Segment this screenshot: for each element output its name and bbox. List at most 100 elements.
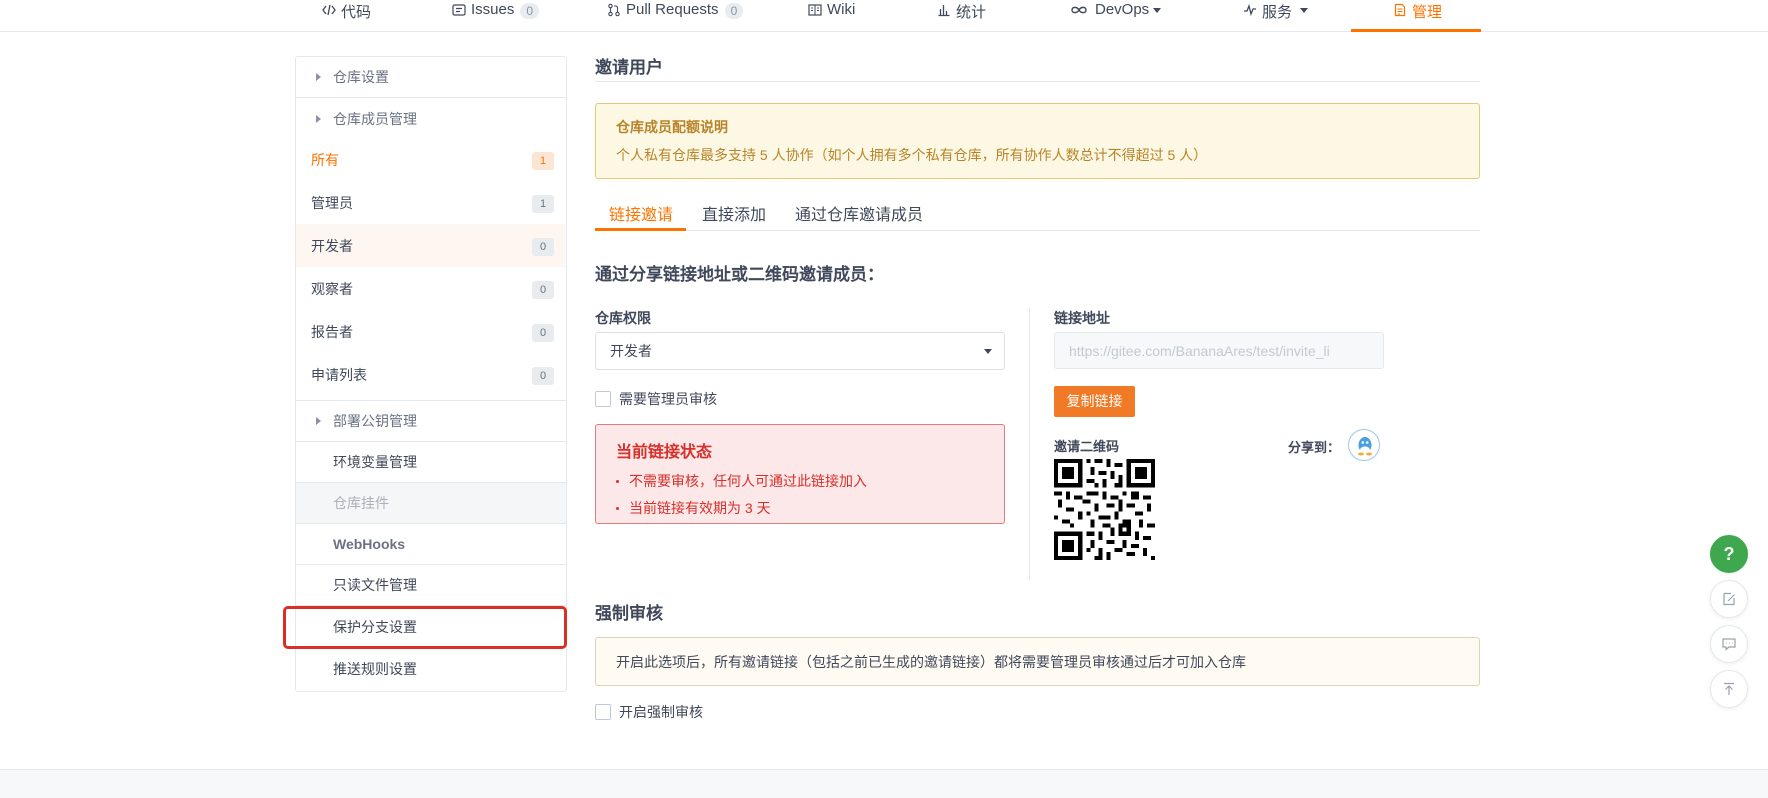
force-review-notice-text: 开启此选项后，所有邀请链接（包括之前已生成的邀请链接）都将需要管理员审核通过后才…	[616, 653, 1246, 670]
tab-wiki[interactable]: Wiki	[808, 0, 855, 32]
annotation-highlight-box	[283, 606, 567, 649]
sidebar-group-repo-settings[interactable]: 仓库设置	[296, 57, 566, 98]
tab-devops[interactable]: DevOps	[1070, 0, 1162, 32]
share-to-label: 分享到：	[1288, 440, 1341, 455]
tab-pull-requests-label: Pull Requests	[626, 1, 719, 18]
sidebar-item-developers[interactable]: 开发者 0	[296, 224, 566, 267]
feedback-button[interactable]	[1710, 580, 1748, 618]
caret-right-icon	[316, 417, 321, 425]
stats-icon	[937, 3, 951, 17]
quota-notice-title: 仓库成员配额说明	[616, 119, 728, 135]
repo-nav-tabs: 代码 Issues 0 Pull Requests 0 Wiki 统计 DevO…	[0, 0, 1768, 32]
require-review-checkbox[interactable]	[595, 391, 611, 407]
chat-icon	[1722, 638, 1736, 651]
permission-select[interactable]: 开发者	[595, 332, 1005, 370]
manage-icon	[1393, 3, 1407, 17]
sidebar-item-admins[interactable]: 管理员 1	[296, 181, 566, 224]
invite-link-input[interactable]: https://gitee.com/BananaAres/test/invite…	[1054, 332, 1384, 369]
tab-pull-requests[interactable]: Pull Requests 0	[607, 0, 744, 32]
member-count-badge: 0	[532, 238, 554, 256]
force-review-checkbox-row[interactable]: 开启强制审核	[595, 702, 703, 722]
force-review-checkbox[interactable]	[595, 704, 611, 720]
link-status-item-text: 不需要审核，任何人可通过此链接加入	[629, 473, 867, 489]
devops-icon	[1070, 3, 1090, 17]
tab-service[interactable]: 服务	[1243, 0, 1309, 32]
tab-devops-label: DevOps	[1095, 1, 1150, 18]
active-tab-indicator	[1351, 29, 1481, 32]
permission-label: 仓库权限	[595, 310, 651, 326]
sidebar-item-label: 观察者	[311, 280, 353, 297]
sidebar-item-repo-widget: 仓库挂件	[296, 483, 566, 524]
link-status-title: 当前链接状态	[616, 444, 713, 461]
sidebar-item-applications[interactable]: 申请列表 0	[296, 353, 566, 396]
help-button[interactable]: ?	[1710, 535, 1748, 573]
sidebar-item-readonly-files[interactable]: 只读文件管理	[296, 565, 566, 606]
quota-notice-text: 个人私有仓库最多支持 5 人协作（如个人拥有多个私有仓库，所有协作人数总计不得超…	[616, 147, 1208, 163]
tab-stats-label: 统计	[956, 4, 987, 21]
member-count-badge: 1	[532, 152, 554, 170]
page-footer	[0, 769, 1768, 798]
pull-request-icon	[607, 3, 621, 17]
chevron-down-icon	[1300, 8, 1309, 13]
tab-service-label: 服务	[1262, 4, 1293, 21]
sidebar-item-label: 推送规则设置	[333, 660, 417, 677]
link-status-item-text: 当前链接有效期为 3 天	[629, 500, 771, 516]
force-review-checkbox-label: 开启强制审核	[619, 704, 703, 720]
back-to-top-icon	[1724, 682, 1734, 695]
require-review-checkbox-row[interactable]: 需要管理员审核	[595, 389, 717, 409]
tab-code-label: 代码	[341, 4, 372, 21]
sidebar-item-label: 报告者	[311, 323, 353, 340]
sidebar-group-member-management[interactable]: 仓库成员管理	[296, 98, 566, 139]
caret-right-icon	[316, 73, 321, 81]
sidebar-item-push-rules[interactable]: 推送规则设置	[296, 648, 566, 689]
link-address-label: 链接地址	[1054, 310, 1110, 326]
sidebar-item-label: 只读文件管理	[333, 577, 417, 593]
tab-stats[interactable]: 统计	[937, 0, 986, 32]
sidebar-item-env-variables[interactable]: 环境变量管理	[296, 442, 566, 483]
page-title: 邀请用户	[595, 58, 663, 77]
issues-icon	[452, 3, 466, 17]
sidebar-item-label: 所有	[311, 151, 339, 168]
sidebar-item-label: 环境变量管理	[333, 454, 417, 470]
sidebar-group-label: 仓库成员管理	[333, 110, 417, 127]
sidebar-item-all-members[interactable]: 所有 1	[296, 138, 566, 181]
member-count-badge: 0	[532, 367, 554, 385]
settings-sidebar: 仓库设置 仓库成员管理 所有 1 管理员 1 开发者 0 观察者 0 报告者 0…	[295, 56, 567, 692]
invite-qr-code	[1054, 459, 1155, 560]
sidebar-item-label: 仓库挂件	[333, 495, 389, 511]
tab-issues-label: Issues	[471, 1, 515, 18]
sidebar-group-deploy-keys[interactable]: 部署公钥管理	[296, 401, 566, 442]
edit-icon	[1723, 592, 1735, 606]
permission-select-value: 开发者	[610, 343, 652, 359]
copy-link-button[interactable]: 复制链接	[1054, 386, 1135, 417]
sidebar-item-webhooks[interactable]: WebHooks	[296, 524, 566, 565]
tab-link-invite[interactable]: 链接邀请	[609, 201, 673, 225]
link-status-item: 当前链接有效期为 3 天	[616, 498, 984, 518]
invite-heading: 通过分享链接地址或二维码邀请成员：	[595, 265, 884, 284]
sidebar-item-observers[interactable]: 观察者 0	[296, 267, 566, 310]
member-count-badge: 0	[532, 324, 554, 342]
chat-button[interactable]	[1710, 625, 1748, 663]
dropdown-caret-icon	[984, 349, 992, 354]
tab-direct-add[interactable]: 直接添加	[702, 201, 766, 225]
force-review-notice: 开启此选项后，所有邀请链接（包括之前已生成的邀请链接）都将需要管理员审核通过后才…	[595, 637, 1480, 686]
tab-wiki-label: Wiki	[827, 1, 856, 18]
title-divider	[595, 81, 1480, 82]
tab-manage[interactable]: 管理	[1393, 0, 1442, 32]
column-divider	[1029, 308, 1030, 580]
qr-code-label: 邀请二维码	[1054, 439, 1120, 454]
sidebar-item-reporters[interactable]: 报告者 0	[296, 310, 566, 353]
pull-requests-count-badge: 0	[724, 3, 744, 19]
help-icon: ?	[1723, 543, 1735, 564]
tab-code[interactable]: 代码	[322, 0, 371, 32]
tab-issues[interactable]: Issues 0	[452, 0, 540, 32]
back-to-top-button[interactable]	[1710, 670, 1748, 708]
tab-invite-via-repo[interactable]: 通过仓库邀请成员	[795, 201, 923, 225]
sidebar-item-label: WebHooks	[333, 536, 406, 552]
tab-manage-label: 管理	[1412, 4, 1443, 21]
qq-share-icon[interactable]	[1348, 429, 1380, 461]
invite-method-tabs: 链接邀请 直接添加 通过仓库邀请成员	[595, 198, 1480, 231]
sidebar-item-label: 管理员	[311, 194, 353, 211]
link-status-box: 当前链接状态 不需要审核，任何人可通过此链接加入 当前链接有效期为 3 天	[595, 424, 1005, 524]
issues-count-badge: 0	[520, 3, 540, 19]
